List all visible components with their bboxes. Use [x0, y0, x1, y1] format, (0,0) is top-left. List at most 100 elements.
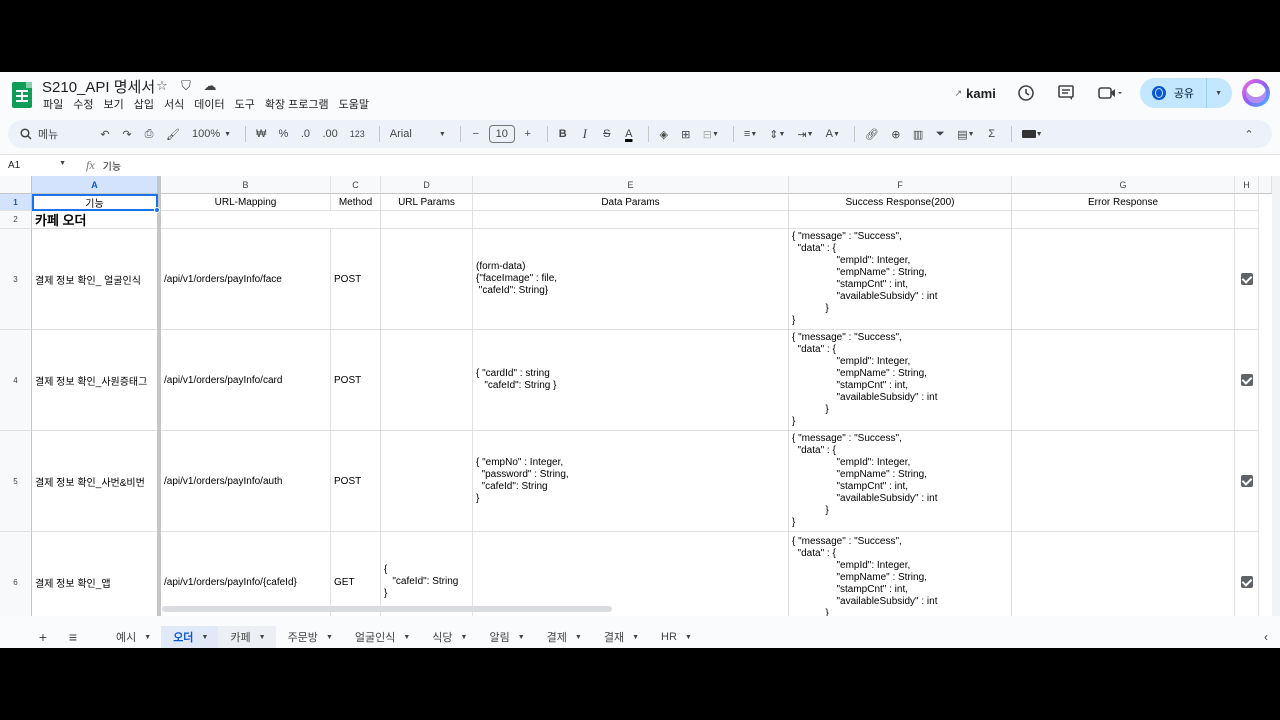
cell-b5[interactable]: /api/v1/orders/payInfo/auth — [161, 431, 331, 532]
redo-icon[interactable]: ↷ — [118, 123, 136, 145]
add-sheet-icon[interactable]: + — [28, 629, 58, 645]
sheet-tab[interactable]: 식당 ▼ — [420, 626, 477, 648]
cell-b4[interactable]: /api/v1/orders/payInfo/card — [161, 330, 331, 431]
cell-c4[interactable]: POST — [331, 330, 381, 431]
cell-e2[interactable] — [473, 211, 789, 229]
font-size-input[interactable]: 10 — [488, 125, 515, 143]
sheet-tab[interactable]: 예시 ▼ — [104, 626, 161, 648]
undo-icon[interactable]: ↶ — [96, 123, 114, 145]
text-wrap-icon[interactable]: ⇥ ▼ — [793, 123, 817, 145]
font-family-select[interactable]: Arial ▼ — [386, 123, 450, 145]
menu-tools[interactable]: 도구 — [230, 98, 260, 112]
menu-view[interactable]: 보기 — [99, 98, 129, 112]
zoom-select[interactable]: 100% ▼ — [188, 123, 235, 145]
fill-color-icon[interactable]: ◈ — [655, 123, 673, 145]
cell-f6[interactable]: { "message" : "Success", "data" : { "emp… — [789, 532, 1012, 616]
increase-decimal-button[interactable]: .00 — [318, 123, 341, 145]
version-history-icon[interactable] — [1012, 79, 1040, 107]
filter-icon[interactable]: ⏷ — [931, 123, 949, 145]
cell-g2[interactable] — [1012, 211, 1235, 229]
fill-handle[interactable] — [154, 207, 160, 213]
sheet-tab[interactable]: 주문방 ▼ — [276, 626, 343, 648]
menu-insert[interactable]: 삽입 — [129, 98, 159, 112]
cell-f1[interactable]: Success Response(200) — [789, 194, 1012, 211]
sheet-tab[interactable]: 알림 ▼ — [477, 626, 534, 648]
percent-format-button[interactable]: % — [274, 123, 292, 145]
cell-c6[interactable]: GET — [331, 532, 381, 616]
sheet-tab[interactable]: 결제 ▼ — [535, 626, 592, 648]
menu-data[interactable]: 데이터 — [189, 98, 229, 112]
cell-c3[interactable]: POST — [331, 229, 381, 330]
bold-button[interactable]: B — [554, 123, 572, 145]
cloud-status-icon[interactable]: ☁ — [202, 78, 218, 94]
insert-comment-icon[interactable]: ⊕ — [887, 123, 905, 145]
checkbox-checked[interactable] — [1240, 273, 1253, 285]
cell-d6[interactable]: { "cafeId": String } — [381, 532, 473, 616]
merge-cells-icon[interactable]: ⊟ ▼ — [699, 123, 723, 145]
strikethrough-button[interactable]: S — [598, 123, 616, 145]
cell-d2[interactable] — [381, 211, 473, 229]
text-rotation-icon[interactable]: A ▼ — [822, 123, 844, 145]
cell-d1[interactable]: URL Params — [381, 194, 473, 211]
chevron-down-icon[interactable]: ▼ — [1215, 90, 1222, 97]
insert-chart-icon[interactable]: ▥ — [909, 123, 927, 145]
cell-g1[interactable]: Error Response — [1012, 194, 1235, 211]
kami-extension-button[interactable]: ↗ kami — [955, 86, 996, 101]
menu-search[interactable]: 메뉴 — [16, 123, 92, 145]
cell-g5[interactable] — [1012, 431, 1235, 532]
cell-f2[interactable] — [789, 211, 1012, 229]
cell-c5[interactable]: POST — [331, 431, 381, 532]
sheet-tab[interactable]: HR ▼ — [649, 626, 702, 648]
cell-a4[interactable]: 결제 정보 확인_사원증태그 — [32, 330, 158, 431]
menu-file[interactable]: 파일 — [38, 98, 68, 112]
cell-g6[interactable] — [1012, 532, 1235, 616]
column-header-d[interactable]: D — [381, 176, 473, 194]
sheet-tab-active[interactable]: 오더 ▼ — [161, 626, 219, 648]
cell-a3[interactable]: 결제 정보 확인_ 얼굴인식 — [32, 229, 158, 330]
row-header-1[interactable]: 1 — [0, 194, 32, 211]
cell-e3[interactable]: (form-data) {"faceImage" : file, "cafeId… — [473, 229, 789, 330]
decrease-decimal-button[interactable]: .0 — [296, 123, 314, 145]
collapse-toolbar-icon[interactable]: ⌃ — [1240, 123, 1258, 145]
cell-a5[interactable]: 결제 정보 확인_사번&비번 — [32, 431, 158, 532]
select-all-corner[interactable] — [0, 176, 32, 194]
avatar[interactable] — [1242, 79, 1270, 107]
column-header-a[interactable]: A — [32, 176, 158, 194]
sheet-tab[interactable]: 카페 ▼ — [218, 626, 276, 648]
column-header-h[interactable]: H — [1235, 176, 1259, 194]
cell-e4[interactable]: { "cardId" : string "cafeId": String } — [473, 330, 789, 431]
menu-edit[interactable]: 수정 — [68, 98, 98, 112]
column-header-i[interactable] — [1259, 176, 1272, 194]
section-title[interactable]: 카페 오더 — [32, 211, 332, 229]
font-size-decrease-button[interactable]: − — [467, 123, 485, 145]
sheet-tab[interactable]: 얼굴인식 ▼ — [343, 626, 420, 648]
currency-format-button[interactable]: ₩ — [252, 123, 270, 145]
cell-h2[interactable] — [1235, 211, 1259, 229]
column-header-g[interactable]: G — [1012, 176, 1235, 194]
checkbox-checked[interactable] — [1240, 576, 1253, 588]
cell-d3[interactable] — [381, 229, 473, 330]
cell-e6[interactable] — [473, 532, 789, 616]
meet-video-icon[interactable] — [1092, 79, 1128, 107]
star-icon[interactable]: ☆ — [154, 78, 170, 94]
cell-e1[interactable]: Data Params — [473, 194, 789, 211]
filter-views-icon[interactable]: ▤ ▼ — [953, 123, 978, 145]
menu-format[interactable]: 서식 — [159, 98, 189, 112]
horizontal-scrollbar[interactable] — [162, 606, 612, 612]
cell-b3[interactable]: /api/v1/orders/payInfo/face — [161, 229, 331, 330]
cell-g4[interactable] — [1012, 330, 1235, 431]
paint-format-icon[interactable]: 🖌︎ — [162, 123, 184, 145]
formula-input[interactable]: 기능 — [103, 158, 121, 173]
row-header-2[interactable]: 2 — [0, 211, 32, 229]
vertical-align-icon[interactable]: ⇕ ▼ — [765, 123, 789, 145]
document-title[interactable]: S210_API 명세서 — [42, 76, 155, 97]
column-header-b[interactable]: B — [161, 176, 331, 194]
cell-h6[interactable] — [1235, 532, 1259, 616]
italic-button[interactable]: I — [576, 123, 594, 145]
font-size-increase-button[interactable]: + — [519, 123, 537, 145]
column-header-e[interactable]: E — [473, 176, 789, 194]
menu-help[interactable]: 도움말 — [334, 98, 374, 112]
row-header-5[interactable]: 5 — [0, 431, 32, 532]
cell-f3[interactable]: { "message" : "Success", "data" : { "emp… — [789, 229, 1012, 330]
frozen-column-divider[interactable] — [157, 176, 161, 616]
